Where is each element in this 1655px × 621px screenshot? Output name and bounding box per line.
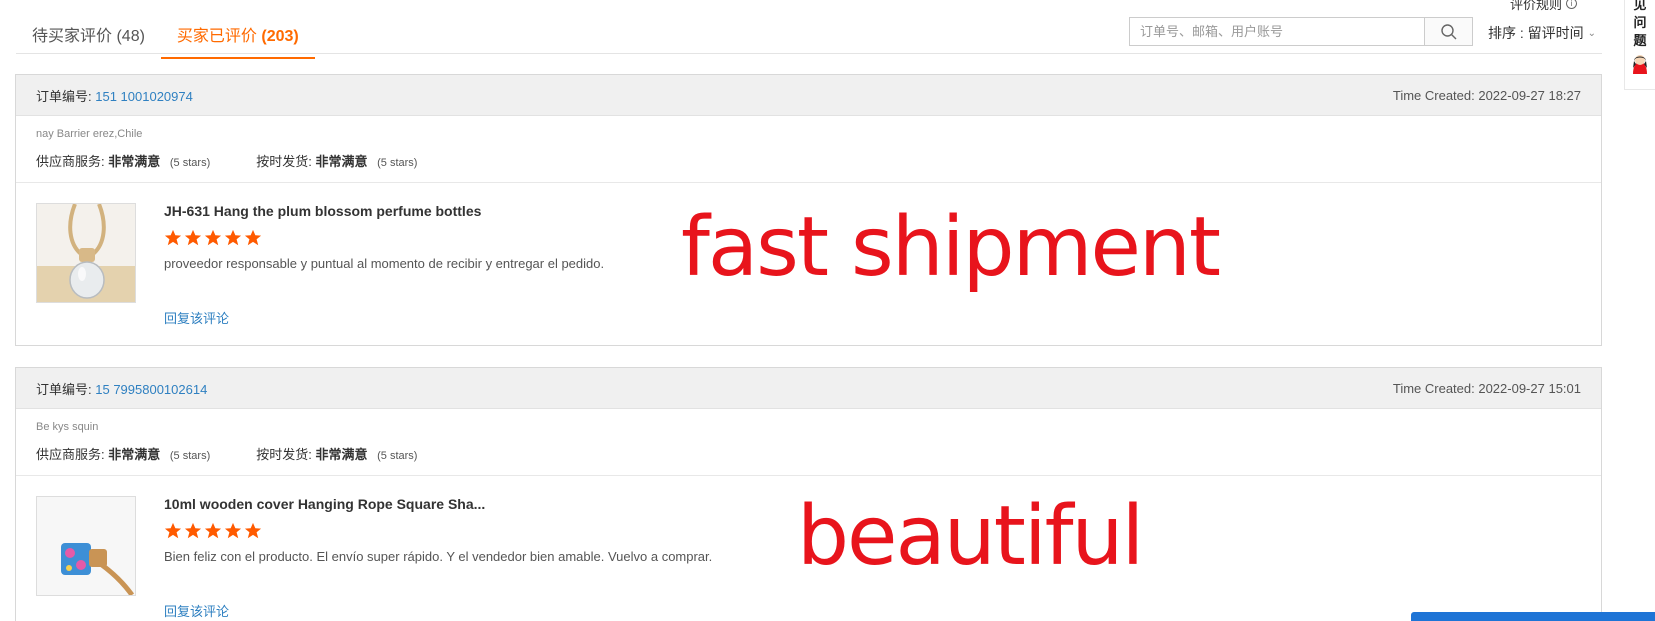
service-ratings: 供应商服务: 非常满意 (5 stars) 按时发货: 非常满意 (5 star…	[36, 151, 1581, 170]
order-number-link[interactable]: 151 1001020974	[95, 89, 193, 104]
star-icon	[184, 522, 202, 539]
product-info: 10ml wooden cover Hanging Rope Square Sh…	[164, 496, 712, 621]
review-comment: Bien feliz con el producto. El envío sup…	[164, 549, 713, 564]
service-ratings: 供应商服务: 非常满意 (5 stars) 按时发货: 非常满意 (5 star…	[36, 444, 1581, 463]
card-header: 订单编号: 15 7995800102614 Time Created: 202…	[16, 368, 1601, 409]
product-thumbnail[interactable]	[36, 203, 136, 303]
star-icon	[164, 522, 182, 539]
time-created: Time Created: 2022-09-27 18:27	[1392, 87, 1581, 103]
review-card: 订单编号: 151 1001020974 Time Created: 2022-…	[15, 74, 1602, 346]
product-info: JH-631 Hang the plum blossom perfume bot…	[164, 203, 604, 328]
buyer-info: Be kys squin 供应商服务: 非常满意 (5 stars) 按时发货:…	[16, 409, 1601, 476]
search-box	[1129, 17, 1473, 46]
ontime-label: 按时发货:	[256, 447, 312, 462]
product-review: JH-631 Hang the plum blossom perfume bot…	[16, 183, 1601, 345]
help-widget[interactable]: 见 问 题	[1624, 0, 1655, 90]
product-thumbnail[interactable]	[36, 496, 136, 596]
review-card: 订单编号: 15 7995800102614 Time Created: 202…	[15, 367, 1602, 621]
help-char: 问	[1633, 15, 1647, 30]
chevron-down-icon: ⌄	[1587, 27, 1597, 39]
star-icon	[244, 229, 262, 246]
star-rating	[164, 229, 604, 247]
review-comment: proveedor responsable y puntual al momen…	[164, 256, 605, 271]
tab-count: (48)	[116, 28, 145, 45]
review-rules-label: 评价规则	[1510, 0, 1563, 12]
buyer-info: nay Barrier erez,Chile 供应商服务: 非常满意 (5 st…	[16, 116, 1601, 183]
tab-label: 买家已评价	[176, 28, 257, 45]
buyer-name: Be kys squin	[36, 421, 99, 433]
supplier-rating: 供应商服务: 非常满意 (5 stars)	[36, 151, 210, 170]
star-icon	[204, 229, 222, 246]
supplier-label: 供应商服务:	[36, 447, 105, 462]
order-label: 订单编号:	[36, 88, 92, 104]
sort-dropdown[interactable]: 排序 : 留评时间 ⌄	[1488, 23, 1596, 43]
supplier-label: 供应商服务:	[36, 154, 105, 169]
help-char: 题	[1633, 33, 1647, 48]
reply-review-link[interactable]: 回复该评论	[164, 308, 229, 327]
star-icon	[164, 229, 182, 246]
order-info: 订单编号: 151 1001020974	[36, 86, 193, 105]
tab-count: (203)	[261, 28, 299, 45]
info-icon: i	[1566, 0, 1578, 9]
overlay-annotation: fast shipment	[681, 200, 1221, 295]
star-icon	[204, 522, 222, 539]
supplier-stars-text: (5 stars)	[169, 450, 211, 462]
help-char: 见	[1633, 0, 1647, 12]
ontime-stars-text: (5 stars)	[377, 450, 418, 462]
star-icon	[224, 229, 242, 246]
supplier-stars-text: (5 stars)	[169, 157, 211, 169]
reply-review-link[interactable]: 回复该评论	[164, 601, 229, 620]
support-avatar-icon	[1633, 55, 1647, 74]
star-rating	[164, 522, 712, 540]
ontime-stars-text: (5 stars)	[377, 157, 418, 169]
ontime-label: 按时发货:	[256, 154, 312, 169]
ontime-value: 非常满意	[315, 447, 368, 462]
order-number-link[interactable]: 15 7995800102614	[95, 382, 207, 397]
order-info: 订单编号: 15 7995800102614	[36, 379, 207, 398]
card-header: 订单编号: 151 1001020974 Time Created: 2022-…	[16, 75, 1601, 116]
star-icon	[244, 522, 262, 539]
supplier-value: 非常满意	[108, 447, 161, 462]
search-button[interactable]	[1424, 18, 1472, 45]
search-input[interactable]	[1130, 18, 1424, 45]
overlay-annotation: beautiful	[797, 489, 1144, 584]
ontime-rating: 按时发货: 非常满意 (5 stars)	[256, 151, 417, 170]
tab-label: 待买家评价	[32, 28, 113, 45]
tabs-divider	[16, 53, 1602, 54]
ontime-rating: 按时发货: 非常满意 (5 stars)	[256, 444, 417, 463]
product-title: JH-631 Hang the plum blossom perfume bot…	[164, 203, 482, 219]
order-label: 订单编号:	[36, 381, 92, 397]
star-icon	[184, 229, 202, 246]
review-rules-link[interactable]: 评价规则 i	[1510, 0, 1578, 13]
star-icon	[224, 522, 242, 539]
search-icon	[1440, 23, 1456, 39]
product-title: 10ml wooden cover Hanging Rope Square Sh…	[164, 496, 486, 512]
sort-label: 排序 : 留评时间	[1488, 25, 1584, 41]
floating-action-bar[interactable]	[1411, 612, 1655, 621]
ontime-value: 非常满意	[315, 154, 368, 169]
buyer-name: nay Barrier erez,Chile	[36, 128, 143, 140]
product-review: 10ml wooden cover Hanging Rope Square Sh…	[16, 476, 1601, 621]
supplier-rating: 供应商服务: 非常满意 (5 stars)	[36, 444, 210, 463]
supplier-value: 非常满意	[108, 154, 161, 169]
time-created: Time Created: 2022-09-27 15:01	[1392, 380, 1581, 396]
